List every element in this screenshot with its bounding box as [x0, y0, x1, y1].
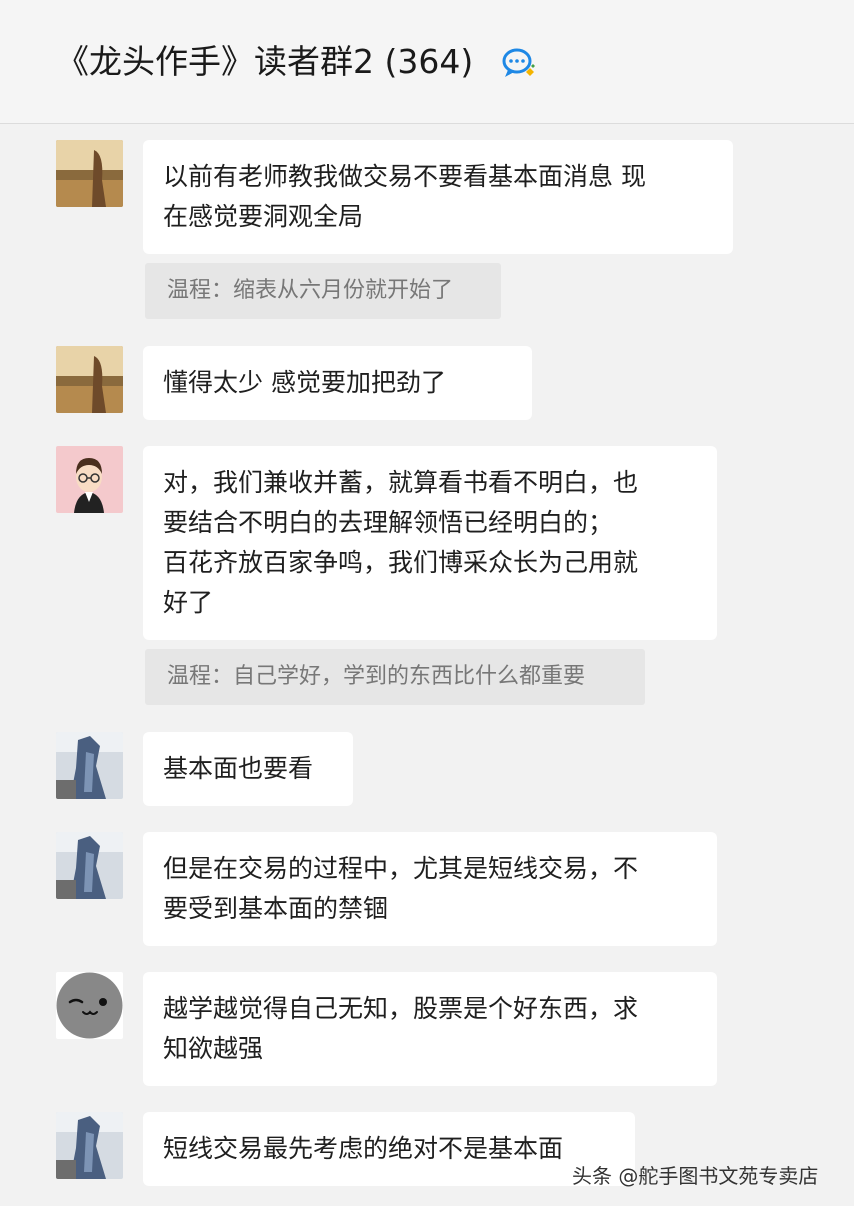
message-bubble: 对，我们兼收并蓄，就算看书看不明白，也 要结合不明白的去理解领悟已经明白的； 百… — [143, 446, 717, 640]
message-bubble: 短线交易最先考虑的绝对不是基本面 — [143, 1112, 635, 1186]
avatar-statue[interactable] — [56, 732, 123, 799]
message-bubble: 懂得太少 感觉要加把劲了 — [143, 346, 532, 420]
avatar-landscape[interactable] — [56, 140, 123, 207]
chat-bubble-icon[interactable] — [500, 46, 540, 82]
message-bubble: 越学越觉得自己无知，股票是个好东西，求 知欲越强 — [143, 972, 717, 1086]
avatar-cartoon[interactable] — [56, 446, 123, 513]
watermark-text: 头条 @舵手图书文苑专卖店 — [572, 1164, 819, 1188]
group-title[interactable]: 《龙头作手》读者群2 (364) — [56, 38, 473, 86]
avatar-statue[interactable] — [56, 1112, 123, 1179]
chat-header: 《龙头作手》读者群2 (364) — [0, 0, 854, 124]
quoted-reply[interactable]: 温程：自己学好，学到的东西比什么都重要 — [145, 649, 645, 705]
avatar-statue[interactable] — [56, 832, 123, 899]
quoted-reply[interactable]: 温程：缩表从六月份就开始了 — [145, 263, 501, 319]
avatar-face[interactable] — [56, 972, 123, 1039]
message-bubble: 但是在交易的过程中，尤其是短线交易，不 要受到基本面的禁锢 — [143, 832, 717, 946]
message-bubble: 以前有老师教我做交易不要看基本面消息 现 在感觉要洞观全局 — [143, 140, 733, 254]
avatar-landscape[interactable] — [56, 346, 123, 413]
message-bubble: 基本面也要看 — [143, 732, 353, 806]
